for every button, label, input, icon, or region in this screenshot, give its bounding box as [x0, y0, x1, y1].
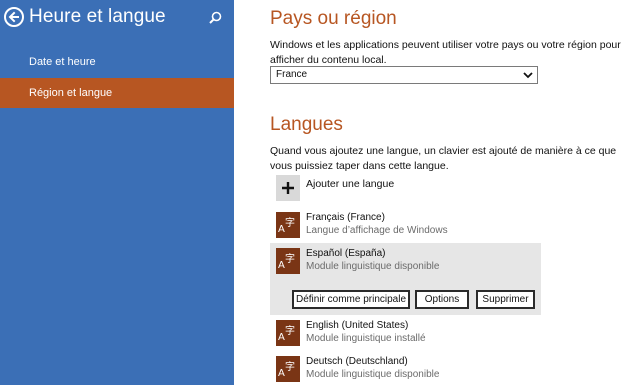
sidebar: Heure et langue Date et heure Région et …	[0, 0, 234, 385]
page-title: Heure et langue	[29, 6, 166, 27]
add-language-label: Ajouter une langue	[306, 178, 395, 190]
svg-text:A: A	[278, 224, 285, 235]
add-icon-box	[276, 175, 300, 201]
svg-text:A: A	[278, 332, 285, 343]
svg-text:A: A	[278, 368, 285, 379]
languages-description: Quand vous ajoutez une langue, un clavie…	[270, 145, 617, 172]
language-name: Français (France)	[306, 212, 385, 223]
language-icon: A 字	[276, 320, 300, 346]
language-item[interactable]: A 字 English (United States) Module lingu…	[276, 320, 536, 346]
sidebar-item-region-langue[interactable]: Région et langue	[0, 78, 234, 108]
language-status: Module linguistique disponible	[306, 261, 440, 272]
set-primary-button[interactable]: Définir comme principale	[292, 290, 410, 309]
country-select-value: France	[276, 69, 308, 80]
chevron-down-icon	[523, 72, 533, 79]
languages-heading: Langues	[270, 114, 343, 135]
back-arrow-icon	[8, 11, 19, 23]
sidebar-item-label: Région et langue	[29, 87, 113, 99]
options-button[interactable]: Options	[415, 290, 469, 309]
back-button[interactable]	[4, 7, 24, 27]
language-status: Langue d’affichage de Windows	[306, 225, 448, 236]
language-name: Deutsch (Deutschland)	[306, 356, 408, 367]
language-item[interactable]: A 字 Deutsch (Deutschland) Module linguis…	[276, 356, 536, 382]
plus-icon	[282, 182, 294, 194]
language-icon: A 字	[276, 248, 300, 274]
language-status: Module linguistique disponible	[306, 369, 440, 380]
svg-text:字: 字	[285, 324, 295, 337]
svg-text:字: 字	[285, 252, 295, 265]
sidebar-item-label: Date et heure	[29, 56, 96, 68]
search-icon	[209, 11, 222, 24]
svg-text:A: A	[278, 260, 285, 271]
language-status: Module linguistique installé	[306, 333, 426, 344]
remove-button[interactable]: Supprimer	[476, 290, 535, 309]
region-heading: Pays ou région	[270, 8, 397, 29]
search-button[interactable]	[207, 10, 223, 26]
language-name: English (United States)	[306, 320, 409, 331]
language-item-selected[interactable]: A 字 Español (España) Module linguistique…	[276, 248, 536, 274]
language-icon: A 字	[276, 356, 300, 382]
add-language-button[interactable]: Ajouter une langue	[276, 175, 576, 201]
region-description: Windows et les applications peuvent util…	[270, 39, 621, 66]
main-content: Pays ou région Windows et les applicatio…	[270, 0, 640, 385]
language-item[interactable]: A 字 Français (France) Langue d’affichage…	[276, 212, 536, 238]
sidebar-item-date-heure[interactable]: Date et heure	[0, 47, 234, 77]
language-icon: A 字	[276, 212, 300, 238]
country-select[interactable]: France	[270, 66, 538, 84]
svg-text:字: 字	[285, 360, 295, 373]
language-name: Español (España)	[306, 248, 386, 259]
svg-text:字: 字	[285, 216, 295, 229]
